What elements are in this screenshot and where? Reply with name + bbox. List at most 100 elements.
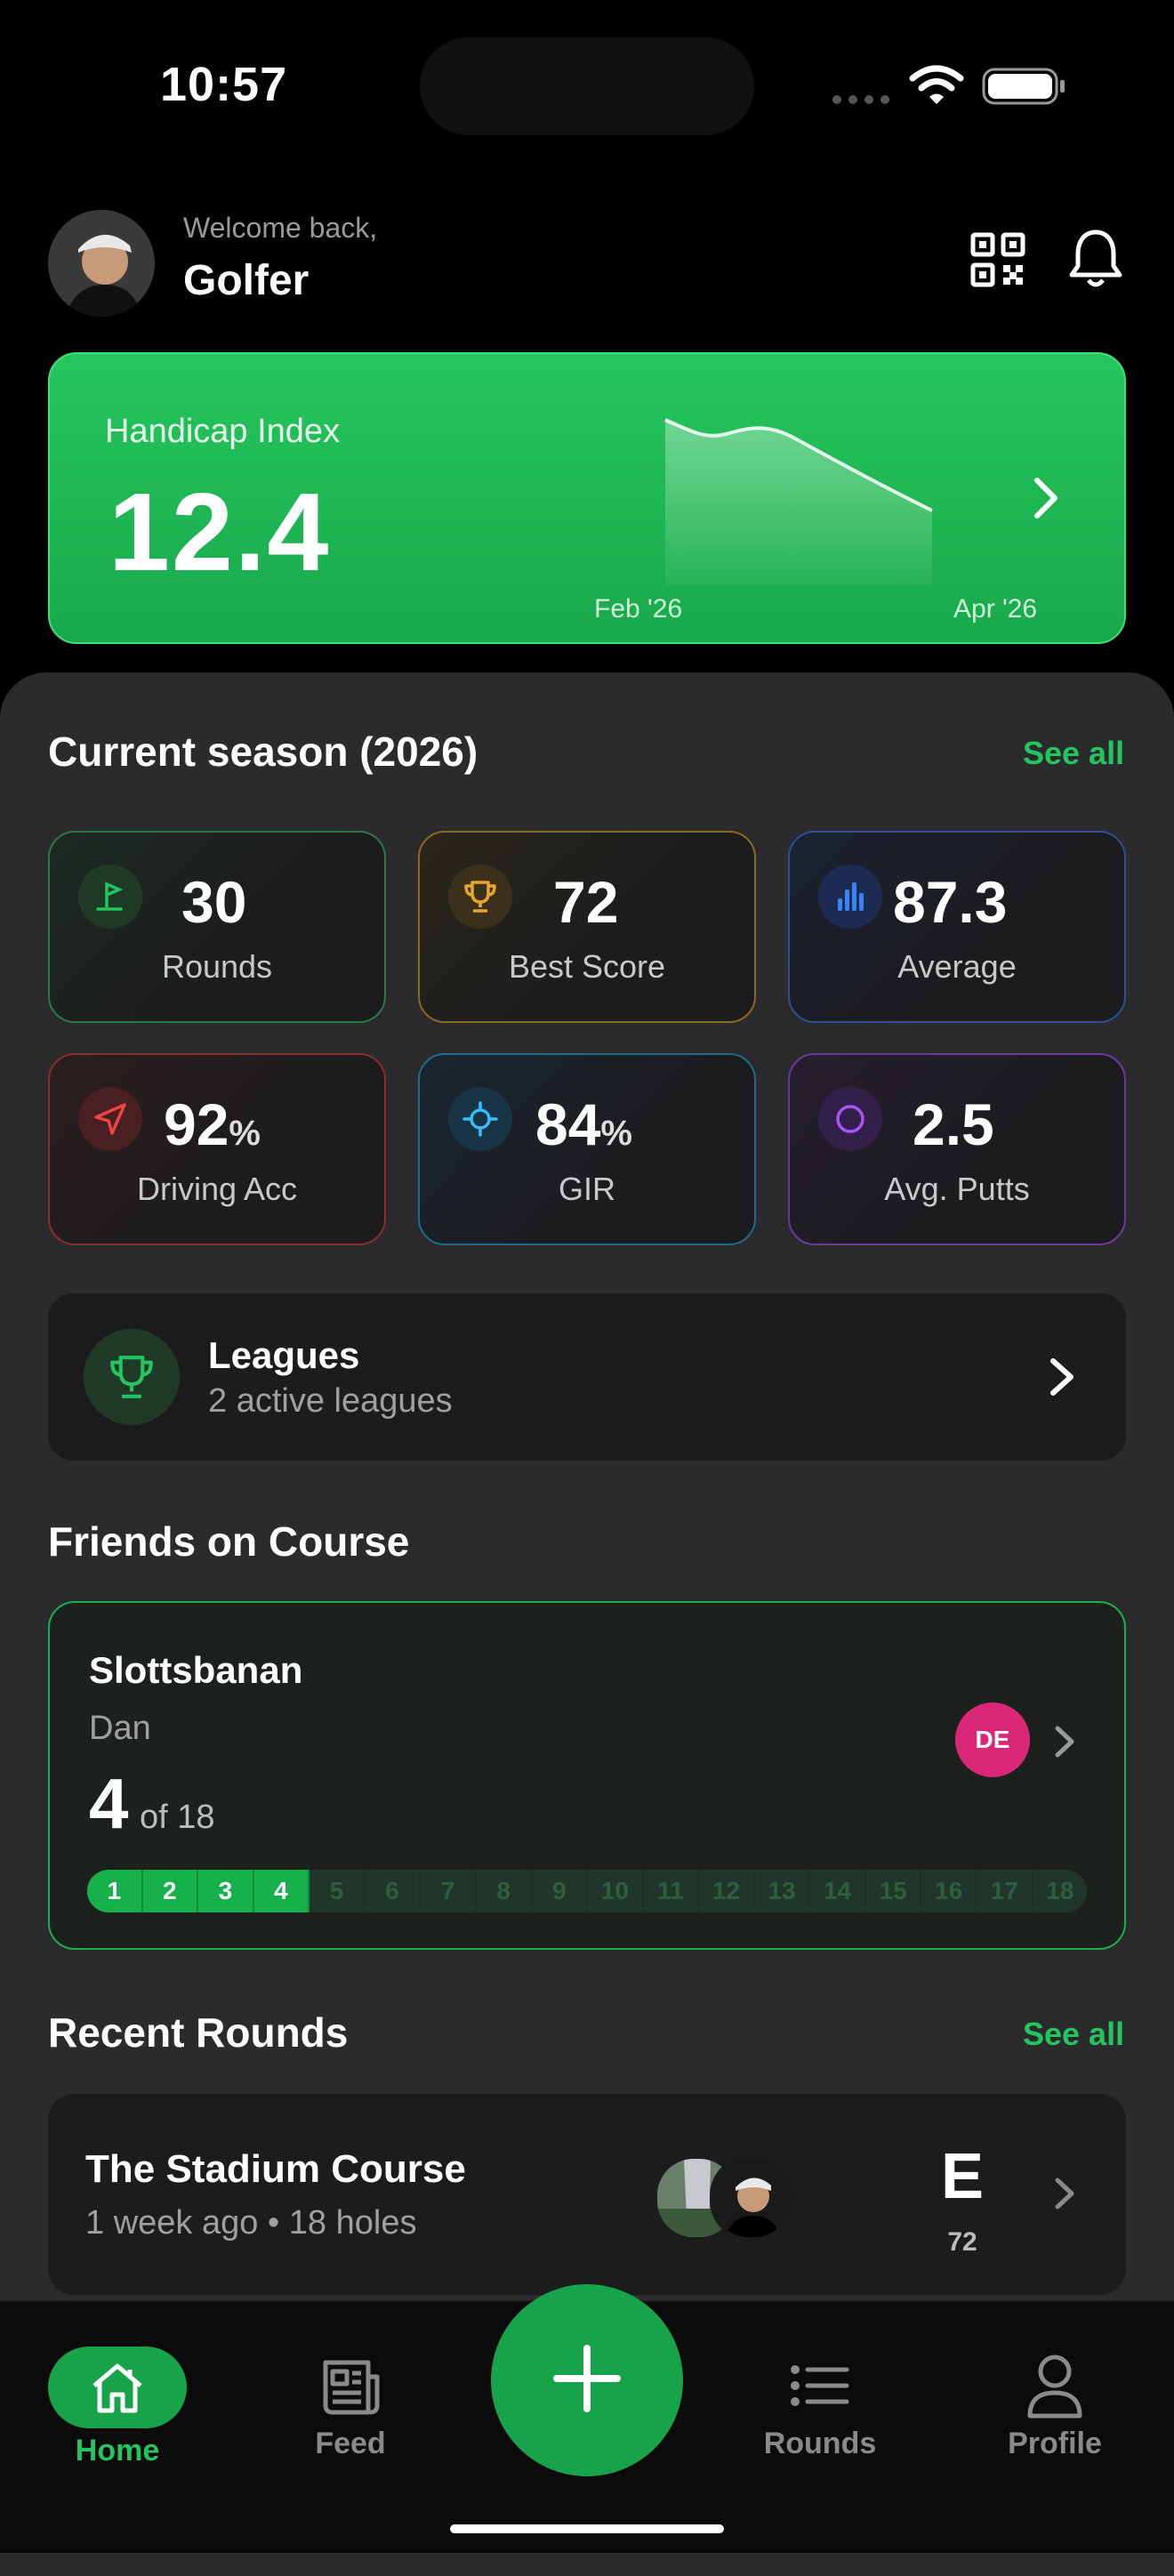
- home-indicator: [450, 2524, 724, 2533]
- crosshair-icon: [448, 1087, 512, 1151]
- stat-value: 72: [553, 869, 619, 935]
- plus-icon: [550, 2341, 624, 2420]
- trophy-icon: [448, 865, 512, 929]
- stat-unit: %: [229, 1114, 261, 1153]
- bar-chart-icon: [818, 865, 882, 929]
- chevron-right-icon: [1053, 2176, 1076, 2216]
- stat-card-gir[interactable]: 84% GIR: [418, 1053, 756, 1245]
- chart-start-label: Feb '26: [594, 594, 683, 624]
- status-time: 10:57: [160, 58, 288, 111]
- add-round-button[interactable]: [491, 2284, 683, 2476]
- leagues-card[interactable]: Leagues 2 active leagues: [48, 1293, 1126, 1461]
- home-icon: [48, 2347, 187, 2428]
- stat-card-best-score[interactable]: 72 Best Score: [418, 831, 756, 1023]
- stat-label: Rounds: [161, 948, 273, 985]
- hole-segment: 3: [198, 1870, 254, 1912]
- friend-course-name: Slottsbanan: [89, 1649, 303, 1691]
- round-meta: 1 week ago • 18 holes: [85, 2204, 417, 2242]
- round-score: 72: [947, 2227, 977, 2257]
- hole-segment: 9: [533, 1870, 589, 1912]
- navigation-arrow-icon: [78, 1087, 142, 1151]
- friend-avatar: DE: [955, 1703, 1030, 1777]
- tab-home[interactable]: Home: [28, 2302, 206, 2468]
- stat-value: 92: [164, 1091, 229, 1157]
- qr-code-icon: [969, 231, 1026, 293]
- person-icon: [1023, 2350, 1087, 2421]
- dynamic-island: [420, 37, 754, 135]
- tab-profile-label: Profile: [1008, 2427, 1102, 2460]
- user-avatar[interactable]: [48, 210, 155, 317]
- chevron-right-icon: [1030, 475, 1062, 526]
- hole-segment: 1: [87, 1870, 143, 1912]
- circle-icon: [818, 1087, 882, 1151]
- handicap-card[interactable]: Handicap Index 12.4 Feb '26 Apr '26: [48, 352, 1126, 644]
- stat-label: Average: [897, 948, 1017, 985]
- tab-profile[interactable]: Profile: [966, 2302, 1144, 2461]
- recent-title: Recent Rounds: [48, 2009, 349, 2056]
- hole-segment: 11: [644, 1870, 700, 1912]
- recent-round-card[interactable]: The Stadium Course 1 week ago • 18 holes…: [48, 2094, 1126, 2295]
- hole-segment: 4: [253, 1870, 310, 1912]
- season-see-all-link[interactable]: See all: [1023, 735, 1124, 772]
- stat-label: Best Score: [508, 948, 666, 985]
- stat-value: 2.5: [913, 1091, 994, 1157]
- stat-value: 87.3: [893, 869, 1008, 935]
- chart-end-label: Apr '26: [953, 594, 1038, 624]
- stat-label: Avg. Putts: [884, 1171, 1030, 1207]
- friend-round-card[interactable]: Slottsbanan Dan 4 of 18 DE 1 2 3 4 5 6 7 8 9 10 11…: [48, 1601, 1126, 1950]
- list-icon: [788, 2350, 852, 2421]
- stat-card-avg-putts[interactable]: 2.5 Avg. Putts: [788, 1053, 1126, 1245]
- newspaper-icon: [318, 2350, 382, 2421]
- hole-segment: 18: [1046, 1877, 1074, 1904]
- round-course-name: The Stadium Course: [85, 2147, 466, 2191]
- stat-label: Driving Acc: [136, 1171, 298, 1207]
- friends-title: Friends on Course: [48, 1518, 410, 1565]
- notifications-button[interactable]: [1064, 228, 1128, 292]
- hole-segment: 8: [477, 1870, 533, 1912]
- hole-segment: 10: [588, 1870, 644, 1912]
- tab-home-label: Home: [75, 2434, 160, 2467]
- stat-value: 84: [535, 1091, 601, 1157]
- player-avatar: [710, 2156, 793, 2240]
- hole-segment: 16: [921, 1870, 977, 1912]
- bell-icon: [1067, 227, 1124, 294]
- stat-value: 30: [181, 869, 247, 935]
- stat-card-rounds[interactable]: 30 Rounds: [48, 831, 386, 1023]
- signal-icon: [832, 93, 897, 109]
- hole-segment: 13: [755, 1870, 811, 1912]
- tab-rounds-label: Rounds: [763, 2427, 877, 2460]
- hole-segment: 15: [866, 1870, 922, 1912]
- round-score-to-par: E: [940, 2141, 985, 2212]
- recent-see-all-link[interactable]: See all: [1023, 2016, 1124, 2053]
- hole-segment: 5: [310, 1870, 366, 1912]
- handicap-trend-chart: Feb '26 Apr '26: [530, 407, 1064, 624]
- flag-icon: [78, 865, 142, 929]
- leagues-subtitle: 2 active leagues: [208, 1382, 453, 1420]
- hole-segment: 14: [810, 1870, 866, 1912]
- friend-hole-total: of 18: [139, 1799, 215, 1836]
- stat-card-average[interactable]: 87.3 Average: [788, 831, 1126, 1023]
- user-name: Golfer: [183, 257, 310, 304]
- stat-card-driving-acc[interactable]: 92% Driving Acc: [48, 1053, 386, 1245]
- tab-feed[interactable]: Feed: [261, 2302, 439, 2461]
- hole-segment: 6: [366, 1870, 422, 1912]
- chevron-right-icon: [1053, 1724, 1076, 1764]
- qr-code-button[interactable]: [966, 229, 1030, 294]
- season-title: Current season (2026): [48, 729, 478, 775]
- tab-rounds[interactable]: Rounds: [731, 2302, 909, 2461]
- friend-player-name: Dan: [89, 1710, 151, 1747]
- hole-segment: 17: [977, 1870, 1033, 1912]
- wifi-icon: [909, 64, 964, 111]
- hole-segment: 2: [142, 1870, 199, 1912]
- hole-segment: 7: [421, 1870, 477, 1912]
- stat-unit: %: [600, 1114, 632, 1153]
- leagues-title: Leagues: [208, 1334, 360, 1376]
- handicap-label: Handicap Index: [105, 413, 341, 450]
- trophy-icon: [84, 1329, 180, 1425]
- friend-current-hole: 4: [89, 1764, 129, 1843]
- hole-progress-bar: 1 2 3 4 5 6 7 8 9 10 11 12 13 14 15 16 17 18: [87, 1870, 1087, 1912]
- welcome-text: Welcome back,: [183, 212, 378, 244]
- tab-feed-label: Feed: [315, 2427, 386, 2460]
- hole-segment: 12: [699, 1870, 755, 1912]
- chevron-right-icon: [1048, 1356, 1076, 1403]
